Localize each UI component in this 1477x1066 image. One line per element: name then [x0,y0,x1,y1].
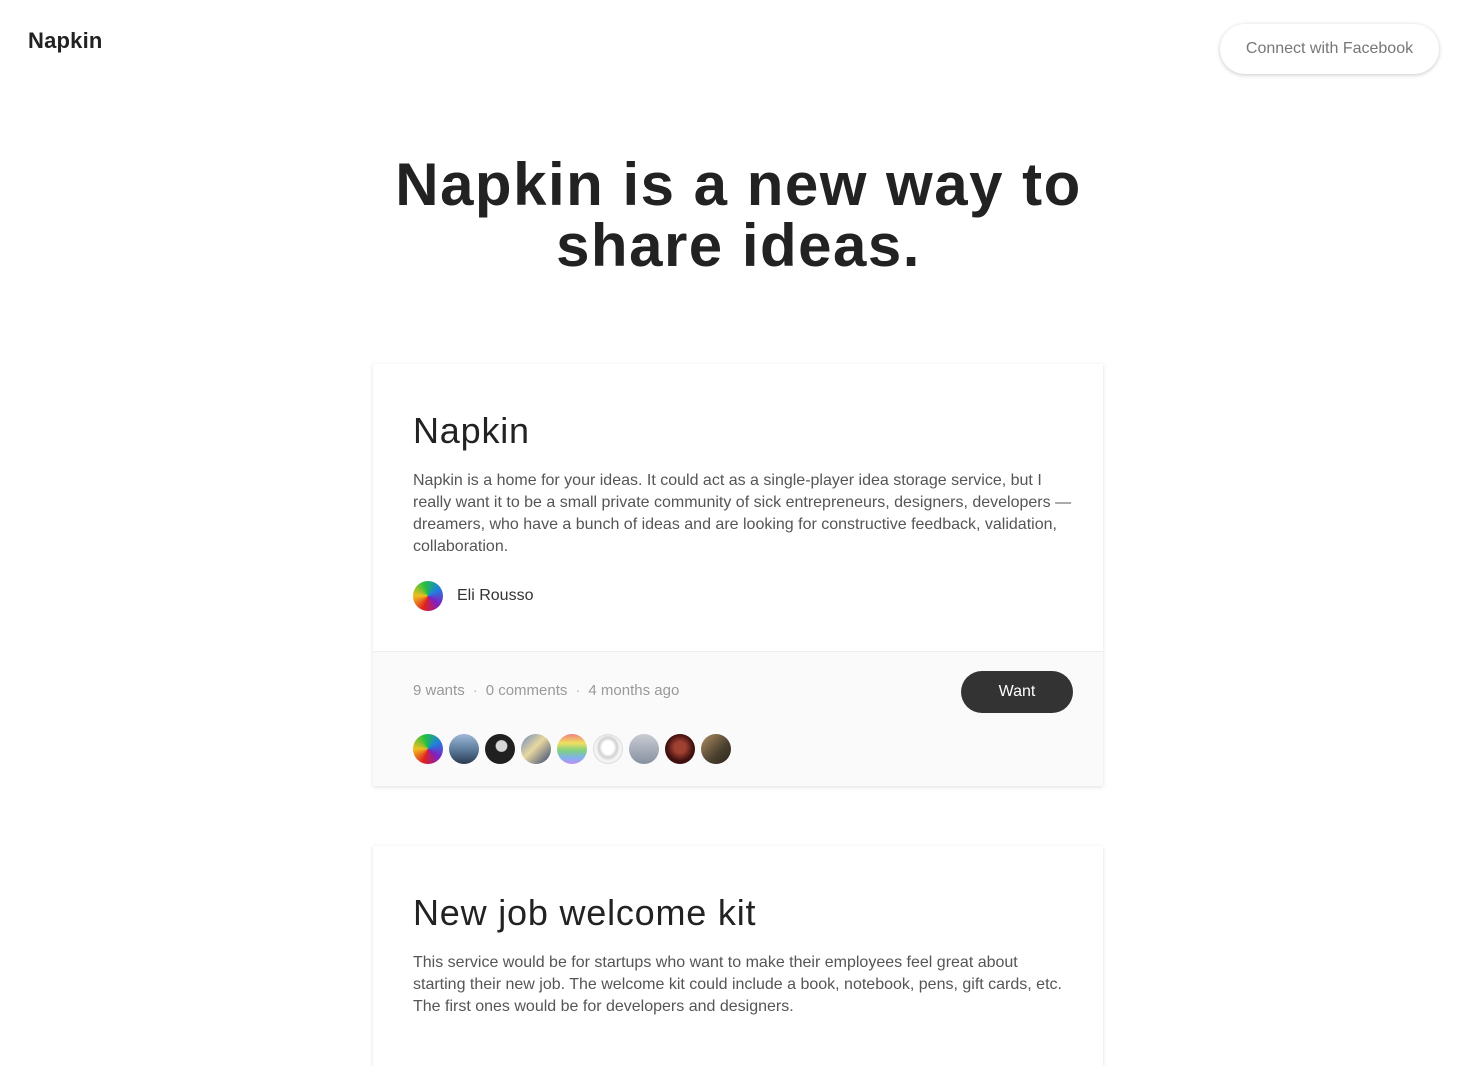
wanter-avatar[interactable] [521,734,551,764]
wanter-avatar[interactable] [629,734,659,764]
wanter-avatar[interactable] [557,734,587,764]
wanter-avatar[interactable] [413,734,443,764]
idea-title[interactable]: Napkin [413,410,530,452]
idea-meta: 9 wants · 0 comments · 4 months ago [413,682,679,699]
wanter-avatar[interactable] [665,734,695,764]
meta-separator: · [472,682,478,699]
idea-description: This service would be for startups who w… [413,954,1062,1015]
idea-title[interactable]: New job welcome kit [413,892,756,934]
idea-card: New job welcome kit This service would b… [373,846,1103,1066]
idea-description: Napkin is a home for your ideas. It coul… [413,472,1072,555]
want-button[interactable]: Want [961,671,1073,713]
brand-logo[interactable]: Napkin [28,28,103,54]
hero-line-1: Napkin is a new way to [395,151,1082,218]
idea-age: 4 months ago [588,682,680,699]
wanters-list [413,734,731,764]
wants-count: 9 wants [413,682,465,699]
meta-separator: · [575,682,581,699]
top-bar: Napkin Connect with Facebook [0,0,1477,100]
comments-count[interactable]: 0 comments [486,682,568,699]
author-name[interactable]: Eli Rousso [457,587,533,605]
wanter-avatar[interactable] [485,734,515,764]
idea-card: Napkin Napkin is a home for your ideas. … [373,364,1103,786]
wanter-avatar[interactable] [701,734,731,764]
author-avatar[interactable] [413,581,443,611]
wanter-avatar[interactable] [593,734,623,764]
idea-footer: 9 wants · 0 comments · 4 months ago Want [373,651,1103,786]
hero-line-2: share ideas. [556,212,921,279]
hero-headline: Napkin is a new way to share ideas. [0,154,1477,276]
idea-author[interactable]: Eli Rousso [413,581,533,611]
connect-facebook-button[interactable]: Connect with Facebook [1220,24,1439,74]
wanter-avatar[interactable] [449,734,479,764]
